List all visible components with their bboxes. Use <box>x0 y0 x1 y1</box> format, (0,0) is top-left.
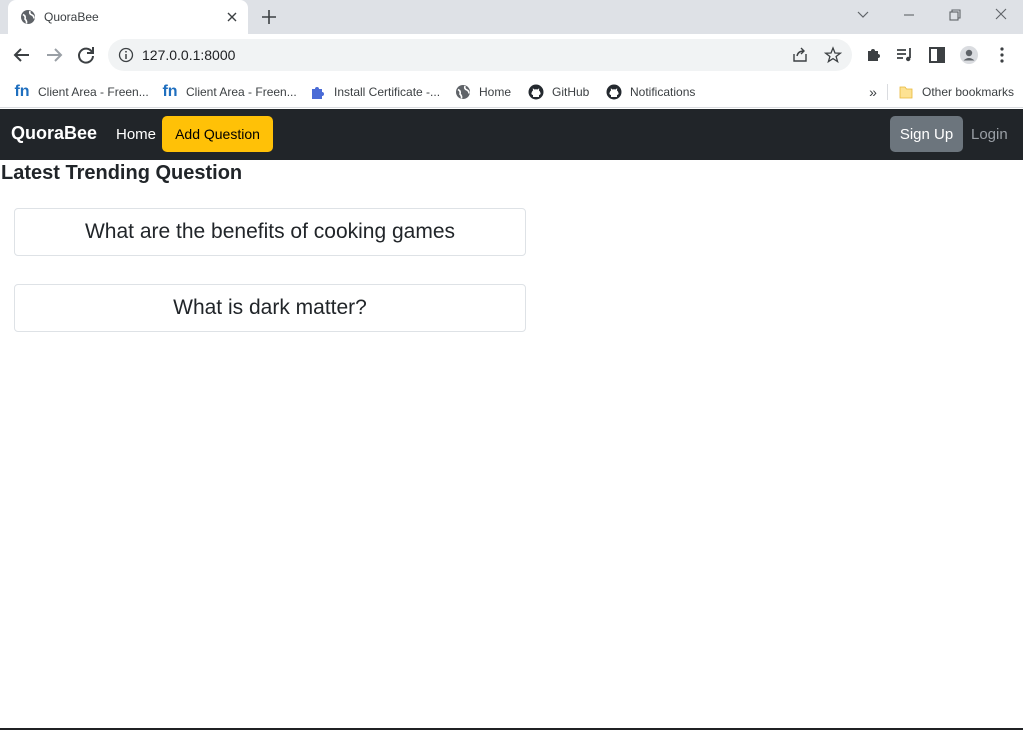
media-queue-icon[interactable] <box>895 45 915 65</box>
bookmark-label: Notifications <box>630 85 696 99</box>
bookmark-label: Client Area - Freen... <box>38 85 149 99</box>
restore-icon[interactable] <box>944 6 966 24</box>
bookmarks-divider <box>887 84 888 100</box>
reload-icon[interactable] <box>74 43 98 67</box>
puzzle-icon <box>312 87 324 99</box>
bookmark-item[interactable]: fn Client Area - Freen... <box>14 81 149 103</box>
freenom-icon: fn <box>14 83 30 100</box>
github-icon <box>606 84 622 100</box>
globe-icon <box>456 85 470 99</box>
kebab-menu-icon[interactable] <box>992 45 1012 65</box>
bookmark-item[interactable]: Home <box>455 81 511 103</box>
bookmark-label: Install Certificate -... <box>334 85 441 99</box>
tab-title: QuoraBee <box>44 10 99 24</box>
bookmark-item[interactable]: GitHub <box>528 81 589 103</box>
freenom-icon: fn <box>162 83 178 100</box>
forward-arrow-icon[interactable] <box>42 43 66 67</box>
question-card[interactable]: What are the benefits of cooking games <box>14 208 526 256</box>
bookmark-item[interactable]: Install Certificate -... <box>310 81 440 103</box>
bookmark-label: GitHub <box>552 85 590 99</box>
bookmark-item[interactable]: fn Client Area - Freen... <box>162 81 297 103</box>
add-question-button[interactable]: Add Question <box>162 116 273 152</box>
back-arrow-icon[interactable] <box>10 43 34 67</box>
folder-icon <box>899 86 913 99</box>
side-panel-icon[interactable] <box>927 45 947 65</box>
new-tab-plus-icon[interactable] <box>259 7 279 27</box>
bookmark-label: Home <box>479 85 512 99</box>
bookmark-label: Client Area - Freen... <box>186 85 297 99</box>
page-title: Latest Trending Question <box>1 162 243 184</box>
globe-icon <box>21 10 35 24</box>
star-icon[interactable] <box>824 46 842 64</box>
browser-tab[interactable]: QuoraBee <box>8 0 248 34</box>
tab-strip: QuoraBee <box>0 0 1023 34</box>
browser-toolbar: 127.0.0.1:8000 <box>0 34 1023 76</box>
info-icon[interactable] <box>118 47 134 63</box>
bookmarks-overflow-button[interactable]: » <box>865 81 881 103</box>
other-bookmarks-label: Other bookmarks <box>922 85 1015 99</box>
close-window-icon[interactable] <box>990 6 1012 24</box>
login-link[interactable]: Login <box>971 126 1008 143</box>
puzzle-extensions-icon[interactable] <box>864 45 884 65</box>
share-icon[interactable] <box>791 46 809 64</box>
chevron-down-icon[interactable] <box>852 6 874 24</box>
bookmark-item[interactable]: Notifications <box>606 81 695 103</box>
github-icon <box>528 84 544 100</box>
close-icon[interactable] <box>223 8 241 26</box>
minimize-icon[interactable] <box>898 6 920 24</box>
site-navbar: QuoraBee Home Add Question Sign Up Login <box>0 109 1023 160</box>
address-bar[interactable]: 127.0.0.1:8000 <box>108 39 852 71</box>
url-text[interactable]: 127.0.0.1:8000 <box>142 47 235 63</box>
bookmarks-bar: fn Client Area - Freen... fn Client Area… <box>0 76 1023 108</box>
brand-logo[interactable]: QuoraBee <box>11 123 97 144</box>
profile-avatar-icon[interactable] <box>959 45 979 65</box>
sign-up-button[interactable]: Sign Up <box>890 116 963 152</box>
nav-home-link[interactable]: Home <box>116 126 156 143</box>
other-bookmarks-folder[interactable]: Other bookmarks <box>898 81 1014 103</box>
question-card[interactable]: What is dark matter? <box>14 284 526 332</box>
